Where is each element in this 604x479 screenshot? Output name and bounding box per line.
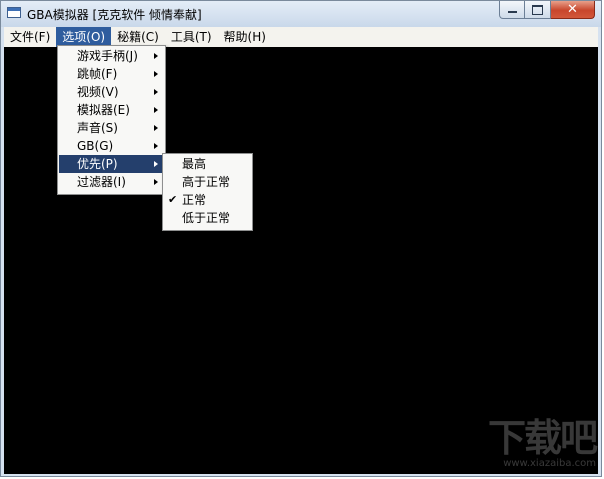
menu-help[interactable]: 帮助(H) [218,27,272,47]
minimize-icon [507,11,517,13]
maximize-button[interactable] [525,1,551,19]
window-controls: ✕ [499,1,595,19]
menu-item-video[interactable]: 视频(V) [59,83,164,101]
checkmark-icon: ✔ [168,193,178,206]
maximize-icon [532,4,543,15]
menu-bar: 文件(F) 选项(O) 秘籍(C) 工具(T) 帮助(H) [4,27,598,47]
menu-tools[interactable]: 工具(T) [165,27,218,47]
menu-item-filter[interactable]: 过滤器(I) [59,173,164,191]
options-dropdown: 游戏手柄(J) 跳帧(F) 视频(V) 模拟器(E) 声音(S) GB(G) 优… [57,45,166,195]
minimize-button[interactable] [499,1,525,19]
priority-submenu: 最高 高于正常 ✔ 正常 低于正常 [162,153,253,231]
submenu-arrow-icon [154,71,158,77]
menu-item-frameskip[interactable]: 跳帧(F) [59,65,164,83]
submenu-arrow-icon [154,179,158,185]
menu-item-sound[interactable]: 声音(S) [59,119,164,137]
menu-item-gb[interactable]: GB(G) [59,137,164,155]
title-bar[interactable]: GBA模拟器 [克克软件 倾情奉献] ✕ [1,1,601,27]
menu-item-gamepad[interactable]: 游戏手柄(J) [59,47,164,65]
menu-options[interactable]: 选项(O) [56,27,112,47]
close-icon: ✕ [567,2,578,17]
close-button[interactable]: ✕ [551,1,595,19]
priority-above-normal[interactable]: 高于正常 [164,173,251,191]
menu-item-emulator[interactable]: 模拟器(E) [59,101,164,119]
menu-cheats[interactable]: 秘籍(C) [111,27,165,47]
menu-item-priority[interactable]: 优先(P) [59,155,164,173]
submenu-arrow-icon [154,125,158,131]
priority-below-normal[interactable]: 低于正常 [164,209,251,227]
priority-highest[interactable]: 最高 [164,155,251,173]
menu-file[interactable]: 文件(F) [4,27,56,47]
submenu-arrow-icon [154,161,158,167]
submenu-arrow-icon [154,107,158,113]
submenu-arrow-icon [154,89,158,95]
priority-normal[interactable]: ✔ 正常 [164,191,251,209]
submenu-arrow-icon [154,143,158,149]
app-icon[interactable] [7,7,21,18]
window-title: GBA模拟器 [克克软件 倾情奉献] [27,8,202,22]
submenu-arrow-icon [154,53,158,59]
